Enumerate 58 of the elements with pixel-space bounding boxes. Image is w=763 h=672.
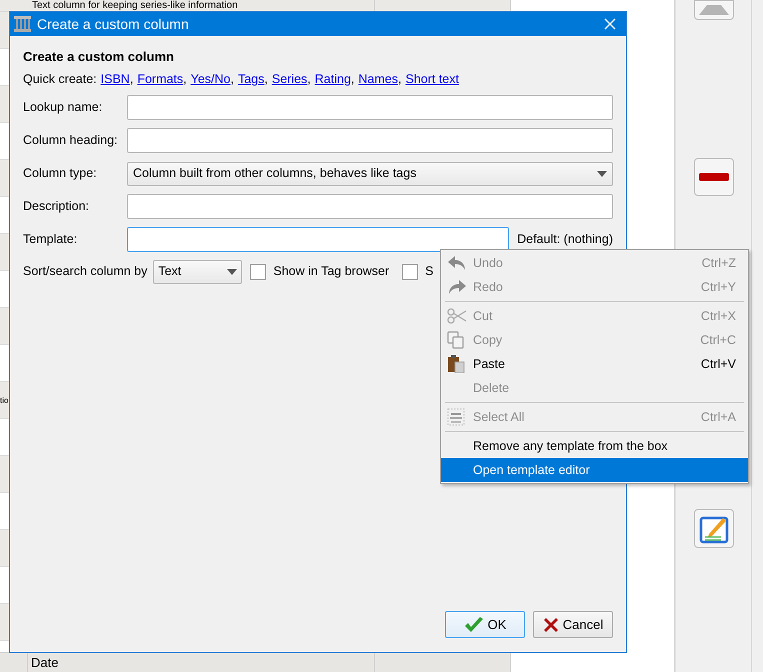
text-field[interactable] xyxy=(127,128,613,154)
quick-create-link[interactable]: Yes/No xyxy=(190,70,230,89)
quick-create-link[interactable]: Rating xyxy=(314,70,351,89)
quick-create-link[interactable]: Formats xyxy=(137,70,184,89)
quick-create-link[interactable]: Series xyxy=(272,70,308,89)
column-type-select[interactable]: Column built from other columns, behaves like tags xyxy=(127,162,613,186)
cross-icon xyxy=(542,616,559,632)
quick-create-link[interactable]: Names xyxy=(358,70,398,89)
sort-select[interactable]: Text xyxy=(153,260,242,284)
quick-create-link[interactable]: ISBN xyxy=(100,70,130,89)
menu-item[interactable]: Open template editor xyxy=(441,458,748,482)
minus-icon xyxy=(698,173,728,181)
close-icon xyxy=(604,18,616,30)
move-up-button[interactable] xyxy=(694,0,734,20)
default-note: Default: (nothing) xyxy=(517,231,613,248)
separator-text: , xyxy=(183,71,187,88)
sort-label: Sort/search column by xyxy=(23,263,148,280)
remove-button[interactable] xyxy=(694,158,734,196)
dropdown-caret-icon xyxy=(597,170,607,177)
pillar-icon xyxy=(14,16,31,32)
field-label: Column heading: xyxy=(23,132,119,150)
dropdown-caret-icon xyxy=(227,268,238,275)
copy-icon xyxy=(447,331,465,349)
field-label: Description: xyxy=(23,198,90,216)
undo-arrow-icon xyxy=(447,255,467,271)
checkmark-icon xyxy=(464,616,484,632)
text-field[interactable] xyxy=(127,194,613,220)
cancel-button[interactable]: Cancel xyxy=(533,611,613,638)
separator-text: , xyxy=(350,71,354,88)
separator-text: , xyxy=(264,71,268,88)
quick-create-link[interactable]: Short text xyxy=(405,70,459,89)
ok-button[interactable]: OK xyxy=(445,611,525,638)
triangle-up-icon xyxy=(698,5,728,15)
window-title: Create a custom column xyxy=(37,14,190,34)
checkbox-label: S xyxy=(425,263,434,280)
field-label: Template: xyxy=(23,231,78,248)
separator-text: , xyxy=(398,71,402,88)
dialog-heading: Create a custom column xyxy=(23,48,175,66)
checkbox[interactable] xyxy=(402,264,418,280)
menu-item[interactable]: Paste Ctrl+V xyxy=(441,352,748,376)
checkbox-label: Show in Tag browser xyxy=(273,263,390,280)
field-label: Column type: xyxy=(23,165,98,182)
select-all-icon xyxy=(447,408,465,426)
separator-text: , xyxy=(130,71,134,88)
text-field[interactable] xyxy=(127,95,613,120)
quick-create-link[interactable]: Tags xyxy=(238,70,264,89)
separator-text: , xyxy=(230,71,234,88)
quick-create-label: Quick create: xyxy=(23,71,97,88)
scissors-icon xyxy=(447,308,467,324)
checkbox[interactable] xyxy=(250,264,266,280)
field-label: Lookup name: xyxy=(23,99,104,116)
text-field[interactable] xyxy=(127,227,510,252)
edit-button[interactable] xyxy=(694,509,734,548)
menu-item[interactable]: Remove any template from the box xyxy=(441,434,748,458)
separator-text: , xyxy=(307,71,311,88)
table-cell-text: tio xyxy=(0,395,10,407)
redo-arrow-icon xyxy=(447,279,467,295)
clipboard-icon xyxy=(447,355,465,373)
